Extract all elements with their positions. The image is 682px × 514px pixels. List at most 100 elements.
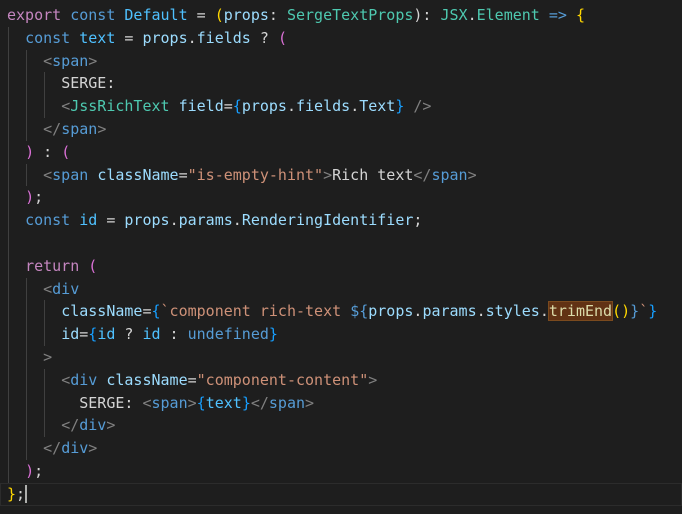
code-line[interactable]: > (0, 345, 682, 369)
code-token: > (467, 165, 477, 184)
code-token: props (142, 28, 188, 47)
code-token: span (151, 393, 188, 412)
code-line[interactable]: <div className="component-content"> (0, 368, 682, 392)
code-token: id (142, 325, 161, 344)
code-line[interactable]: }; (0, 482, 682, 506)
code-line[interactable]: <JssRichText field={props.fields.Text} /… (0, 95, 682, 118)
indent-guide (8, 49, 9, 73)
code-token: ${ (350, 302, 369, 321)
code-token: ( (612, 302, 622, 321)
indent-guide (26, 300, 28, 324)
code-token: text (205, 393, 242, 412)
code-token: ? (115, 325, 143, 344)
code-token: > (368, 370, 378, 389)
code-token: ; (34, 188, 44, 207)
indent-guide (8, 345, 9, 369)
indent-guide (26, 163, 28, 187)
code-token: { (196, 393, 206, 412)
code-token: div (52, 279, 80, 298)
code-line[interactable]: id={id ? id : undefined} (0, 323, 682, 346)
code-token: className (61, 302, 143, 321)
code-token: props (223, 6, 269, 24)
indent-guide (8, 163, 9, 187)
code-token: = (79, 325, 89, 344)
code-token: className (97, 165, 179, 184)
code-token: } (241, 393, 251, 412)
code-token: props (241, 97, 287, 116)
code-editor[interactable]: export const Default = (props: SergeText… (0, 0, 682, 514)
code-line[interactable]: ); (0, 186, 682, 210)
code-token: > (106, 416, 116, 435)
code-token: text (79, 28, 116, 47)
code-line[interactable]: ) : ( (0, 140, 682, 164)
indent-guide (8, 414, 9, 438)
code-token: ( (277, 28, 287, 47)
code-token: span (268, 393, 306, 412)
code-token: ) (25, 142, 35, 161)
code-token: ( (214, 6, 224, 24)
code-token: : (160, 325, 188, 344)
code-line[interactable]: SERGE: (0, 72, 682, 96)
code-token: div (70, 370, 98, 389)
indent-guide (26, 49, 28, 73)
code-token: params (422, 302, 477, 321)
code-line[interactable]: </span> (0, 117, 682, 141)
code-line[interactable]: className={`component rich-text ${props.… (0, 300, 682, 324)
code-token: = (187, 6, 215, 24)
code-token: </ (413, 165, 432, 184)
indent-guide (44, 95, 46, 118)
indent-guide (8, 26, 9, 50)
code-token: props (124, 211, 170, 230)
indent-guide (26, 117, 28, 141)
code-token: > (88, 51, 98, 70)
code-line[interactable]: <div (0, 277, 682, 301)
code-line[interactable]: const text = props.fields ? ( (0, 26, 682, 50)
code-line[interactable]: </div> (0, 437, 682, 460)
code-line[interactable]: SERGE: <span>{text}</span> (0, 391, 682, 415)
code-token: . (232, 211, 242, 230)
code-token: ? (250, 28, 278, 47)
code-token: } (7, 484, 17, 503)
code-token: /> (413, 97, 432, 116)
code-token: < (61, 97, 71, 116)
code-line[interactable]: ); (0, 459, 682, 483)
code-line[interactable]: const id = props.params.RenderingIdentif… (0, 209, 682, 232)
code-token: ): (413, 6, 441, 24)
indent-guide (8, 117, 9, 141)
code-token: undefined (187, 325, 269, 344)
code-token: span (431, 165, 468, 184)
code-line[interactable]: <span className="is-empty-hint">Rich tex… (0, 163, 682, 187)
code-token: fields (296, 97, 351, 116)
code-token: span (61, 119, 98, 138)
code-line[interactable] (0, 231, 682, 255)
indent-guide (26, 72, 28, 96)
code-line[interactable]: export const Default = (props: SergeText… (0, 4, 682, 27)
code-token: } (630, 302, 640, 321)
code-line[interactable]: <span> (0, 49, 682, 73)
code-token: JSX (440, 6, 468, 24)
code-token: span (52, 51, 89, 70)
code-token: ) (621, 302, 631, 321)
indent-guide (8, 209, 9, 232)
code-token: props (368, 302, 414, 321)
code-token: = (115, 28, 143, 47)
code-token: ) (25, 461, 35, 480)
code-token: > (187, 393, 197, 412)
code-token: } (648, 302, 658, 321)
text-cursor (25, 484, 28, 503)
code-line[interactable]: return ( (0, 254, 682, 278)
indent-guide (26, 95, 28, 118)
code-token: < (43, 165, 53, 184)
code-line[interactable]: </div> (0, 414, 682, 438)
code-token: span (52, 165, 89, 184)
code-token: </ (250, 393, 269, 412)
code-token: ; (413, 211, 423, 230)
code-token: ; (16, 484, 26, 503)
indent-guide (26, 277, 28, 301)
